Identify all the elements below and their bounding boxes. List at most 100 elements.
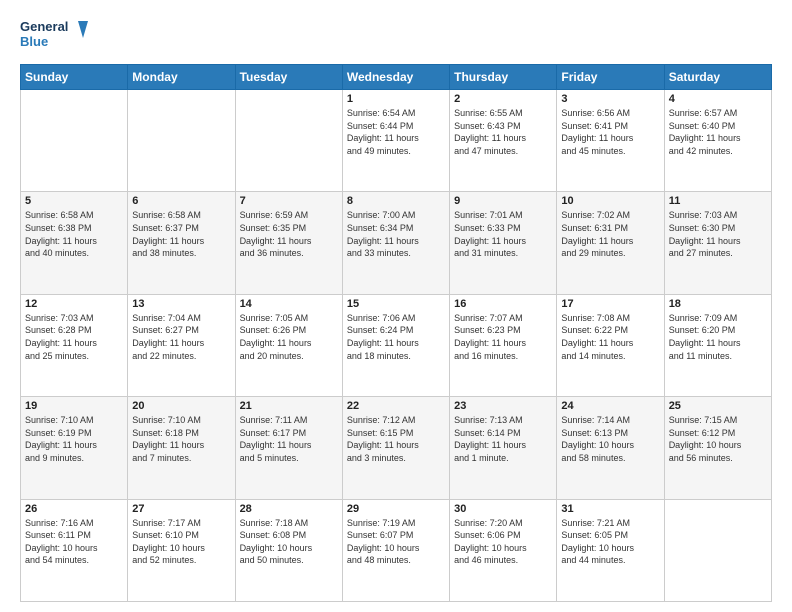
day-info: Sunrise: 7:11 AM Sunset: 6:17 PM Dayligh… [240,414,338,464]
day-info: Sunrise: 7:19 AM Sunset: 6:07 PM Dayligh… [347,517,445,567]
weekday-header: Thursday [450,65,557,90]
day-info: Sunrise: 7:09 AM Sunset: 6:20 PM Dayligh… [669,312,767,362]
day-info: Sunrise: 6:58 AM Sunset: 6:37 PM Dayligh… [132,209,230,259]
day-info: Sunrise: 6:59 AM Sunset: 6:35 PM Dayligh… [240,209,338,259]
day-number: 16 [454,298,552,310]
calendar-week-row: 19Sunrise: 7:10 AM Sunset: 6:19 PM Dayli… [21,397,772,499]
day-info: Sunrise: 7:03 AM Sunset: 6:30 PM Dayligh… [669,209,767,259]
calendar-cell: 9 Sunrise: 7:01 AM Sunset: 6:33 PM Daylig… [450,192,557,294]
header: GeneralBlue [20,16,772,56]
day-info: Sunrise: 6:57 AM Sunset: 6:40 PM Dayligh… [669,107,767,157]
day-number: 5 [25,195,123,207]
day-info: Sunrise: 7:01 AM Sunset: 6:33 PM Dayligh… [454,209,552,259]
svg-text:Blue: Blue [20,34,48,49]
calendar-cell: 3Sunrise: 6:56 AM Sunset: 6:41 PM Daylig… [557,90,664,192]
day-number: 12 [25,298,123,310]
day-number: 30 [454,503,552,515]
day-info: Sunrise: 7:05 AM Sunset: 6:26 PM Dayligh… [240,312,338,362]
calendar-cell: 19Sunrise: 7:10 AM Sunset: 6:19 PM Dayli… [21,397,128,499]
day-number: 24 [561,400,659,412]
calendar-week-row: 26Sunrise: 7:16 AM Sunset: 6:11 PM Dayli… [21,499,772,601]
calendar-cell: 20 Sunrise: 7:10 AM Sunset: 6:18 PM Dayli… [128,397,235,499]
day-info: Sunrise: 7:14 AM Sunset: 6:13 PM Dayligh… [561,414,659,464]
calendar-cell: 29 Sunrise: 7:19 AM Sunset: 6:07 PM Dayli… [342,499,449,601]
calendar-cell: 22Sunrise: 7:12 AM Sunset: 6:15 PM Dayli… [342,397,449,499]
logo-svg: GeneralBlue [20,16,90,56]
day-number: 25 [669,400,767,412]
calendar-cell: 15 Sunrise: 7:06 AM Sunset: 6:24 PM Dayli… [342,294,449,396]
svg-text:General: General [20,19,68,34]
calendar-cell [664,499,771,601]
day-number: 11 [669,195,767,207]
header-row: SundayMondayTuesdayWednesdayThursdayFrid… [21,65,772,90]
calendar-cell: 1 Sunrise: 6:54 AM Sunset: 6:44 PM Daylig… [342,90,449,192]
weekday-header: Friday [557,65,664,90]
calendar-cell: 6 Sunrise: 6:58 AM Sunset: 6:37 PM Daylig… [128,192,235,294]
weekday-header: Saturday [664,65,771,90]
day-number: 18 [669,298,767,310]
day-info: Sunrise: 7:08 AM Sunset: 6:22 PM Dayligh… [561,312,659,362]
day-number: 31 [561,503,659,515]
calendar-cell: 11 Sunrise: 7:03 AM Sunset: 6:30 PM Dayli… [664,192,771,294]
day-number: 22 [347,400,445,412]
day-info: Sunrise: 7:17 AM Sunset: 6:10 PM Dayligh… [132,517,230,567]
weekday-header: Wednesday [342,65,449,90]
day-number: 6 [132,195,230,207]
calendar-cell: 4 Sunrise: 6:57 AM Sunset: 6:40 PM Daylig… [664,90,771,192]
calendar-cell: 8Sunrise: 7:00 AM Sunset: 6:34 PM Daylig… [342,192,449,294]
day-info: Sunrise: 7:00 AM Sunset: 6:34 PM Dayligh… [347,209,445,259]
calendar-cell: 5Sunrise: 6:58 AM Sunset: 6:38 PM Daylig… [21,192,128,294]
calendar-cell: 10 Sunrise: 7:02 AM Sunset: 6:31 PM Dayli… [557,192,664,294]
calendar-cell: 7 Sunrise: 6:59 AM Sunset: 6:35 PM Daylig… [235,192,342,294]
day-info: Sunrise: 7:06 AM Sunset: 6:24 PM Dayligh… [347,312,445,362]
calendar-cell: 14Sunrise: 7:05 AM Sunset: 6:26 PM Dayli… [235,294,342,396]
day-number: 9 [454,195,552,207]
day-info: Sunrise: 7:15 AM Sunset: 6:12 PM Dayligh… [669,414,767,464]
calendar-cell: 13 Sunrise: 7:04 AM Sunset: 6:27 PM Dayli… [128,294,235,396]
day-info: Sunrise: 7:07 AM Sunset: 6:23 PM Dayligh… [454,312,552,362]
logo: GeneralBlue [20,16,90,56]
day-info: Sunrise: 6:54 AM Sunset: 6:44 PM Dayligh… [347,107,445,157]
day-number: 23 [454,400,552,412]
calendar-week-row: 12 Sunrise: 7:03 AM Sunset: 6:28 PM Dayli… [21,294,772,396]
day-number: 20 [132,400,230,412]
calendar-cell: 28Sunrise: 7:18 AM Sunset: 6:08 PM Dayli… [235,499,342,601]
day-info: Sunrise: 7:21 AM Sunset: 6:05 PM Dayligh… [561,517,659,567]
day-number: 4 [669,93,767,105]
day-number: 15 [347,298,445,310]
page: GeneralBlue SundayMondayTuesdayWednesday… [0,0,792,612]
calendar-cell: 31 Sunrise: 7:21 AM Sunset: 6:05 PM Dayli… [557,499,664,601]
calendar-cell: 21 Sunrise: 7:11 AM Sunset: 6:17 PM Dayli… [235,397,342,499]
day-number: 7 [240,195,338,207]
day-number: 19 [25,400,123,412]
calendar-cell: 23Sunrise: 7:13 AM Sunset: 6:14 PM Dayli… [450,397,557,499]
day-number: 10 [561,195,659,207]
day-number: 13 [132,298,230,310]
weekday-header: Monday [128,65,235,90]
day-number: 1 [347,93,445,105]
day-info: Sunrise: 7:20 AM Sunset: 6:06 PM Dayligh… [454,517,552,567]
day-info: Sunrise: 7:04 AM Sunset: 6:27 PM Dayligh… [132,312,230,362]
calendar-cell: 16 Sunrise: 7:07 AM Sunset: 6:23 PM Dayli… [450,294,557,396]
calendar-cell: 12 Sunrise: 7:03 AM Sunset: 6:28 PM Dayli… [21,294,128,396]
day-info: Sunrise: 7:03 AM Sunset: 6:28 PM Dayligh… [25,312,123,362]
calendar-week-row: 1 Sunrise: 6:54 AM Sunset: 6:44 PM Daylig… [21,90,772,192]
calendar-cell: 27 Sunrise: 7:17 AM Sunset: 6:10 PM Dayli… [128,499,235,601]
calendar-cell: 25 Sunrise: 7:15 AM Sunset: 6:12 PM Dayli… [664,397,771,499]
calendar-cell: 2 Sunrise: 6:55 AM Sunset: 6:43 PM Daylig… [450,90,557,192]
day-number: 27 [132,503,230,515]
day-number: 29 [347,503,445,515]
calendar-cell [235,90,342,192]
day-info: Sunrise: 7:02 AM Sunset: 6:31 PM Dayligh… [561,209,659,259]
calendar-cell [128,90,235,192]
day-number: 21 [240,400,338,412]
day-info: Sunrise: 7:18 AM Sunset: 6:08 PM Dayligh… [240,517,338,567]
calendar-cell: 26Sunrise: 7:16 AM Sunset: 6:11 PM Dayli… [21,499,128,601]
day-info: Sunrise: 6:55 AM Sunset: 6:43 PM Dayligh… [454,107,552,157]
day-number: 26 [25,503,123,515]
day-info: Sunrise: 7:10 AM Sunset: 6:18 PM Dayligh… [132,414,230,464]
weekday-header: Sunday [21,65,128,90]
day-number: 3 [561,93,659,105]
calendar-cell: 24 Sunrise: 7:14 AM Sunset: 6:13 PM Dayli… [557,397,664,499]
day-number: 2 [454,93,552,105]
